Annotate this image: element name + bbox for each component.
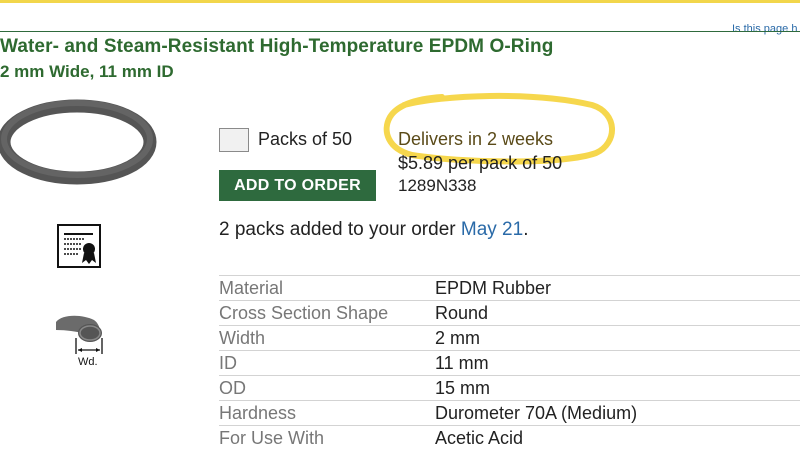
spec-value: 11 mm: [435, 353, 489, 373]
spec-row-material: Material EPDM Rubber: [219, 275, 800, 300]
spec-row-od: OD 15 mm: [219, 375, 800, 400]
help-link[interactable]: Is this page h: [732, 23, 797, 35]
spec-name: OD: [219, 378, 246, 398]
spec-value: 2 mm: [435, 328, 480, 348]
spec-value: Round: [435, 303, 489, 323]
order-confirmation: 2 packs added to your order May 21.: [219, 219, 528, 241]
certificate-icon[interactable]: [57, 224, 101, 268]
spec-name: Hardness: [219, 403, 297, 423]
delivery-estimate: Delivers in 2 weeks: [398, 129, 554, 149]
spec-value: Durometer 70A (Medium): [435, 403, 638, 423]
order-date-link[interactable]: May 21: [461, 219, 523, 240]
o-ring-image[interactable]: [0, 94, 170, 194]
spec-row-cross-section: Cross Section Shape Round: [219, 300, 800, 325]
top-rule: [0, 0, 800, 3]
spec-row-for-use-with: For Use With Acetic Acid: [219, 425, 800, 450]
header-divider: [0, 31, 800, 32]
order-confirmation-text: 2 packs added to your order: [219, 219, 456, 240]
spec-row-width: Width 2 mm: [219, 325, 800, 350]
part-number[interactable]: 1289N338: [398, 176, 476, 196]
cross-section-icon: Wd.: [56, 315, 103, 368]
spec-value: 15 mm: [435, 378, 491, 398]
spec-value: Acetic Acid: [435, 428, 524, 448]
price: $5.89 per pack of 50: [398, 153, 563, 173]
order-confirmation-suffix: .: [523, 219, 529, 240]
spec-table: Material EPDM Rubber Cross Section Shape…: [219, 275, 800, 450]
width-label: Wd.: [78, 356, 98, 368]
spec-name: Cross Section Shape: [219, 303, 389, 323]
spec-name: ID: [219, 353, 237, 373]
product-title: Water- and Steam-Resistant High-Temperat…: [0, 36, 554, 57]
spec-row-id: ID 11 mm: [219, 350, 800, 375]
packs-label: Packs of 50: [258, 129, 353, 149]
quantity-checkbox[interactable]: [219, 128, 249, 152]
spec-row-hardness: Hardness Durometer 70A (Medium): [219, 400, 800, 425]
add-to-order-button[interactable]: ADD TO ORDER: [219, 170, 376, 201]
spec-value: EPDM Rubber: [435, 278, 552, 298]
product-subtitle: 2 mm Wide, 11 mm ID: [0, 62, 174, 81]
spec-name: Width: [219, 328, 266, 348]
spec-name: Material: [219, 278, 284, 298]
spec-name: For Use With: [219, 428, 325, 448]
